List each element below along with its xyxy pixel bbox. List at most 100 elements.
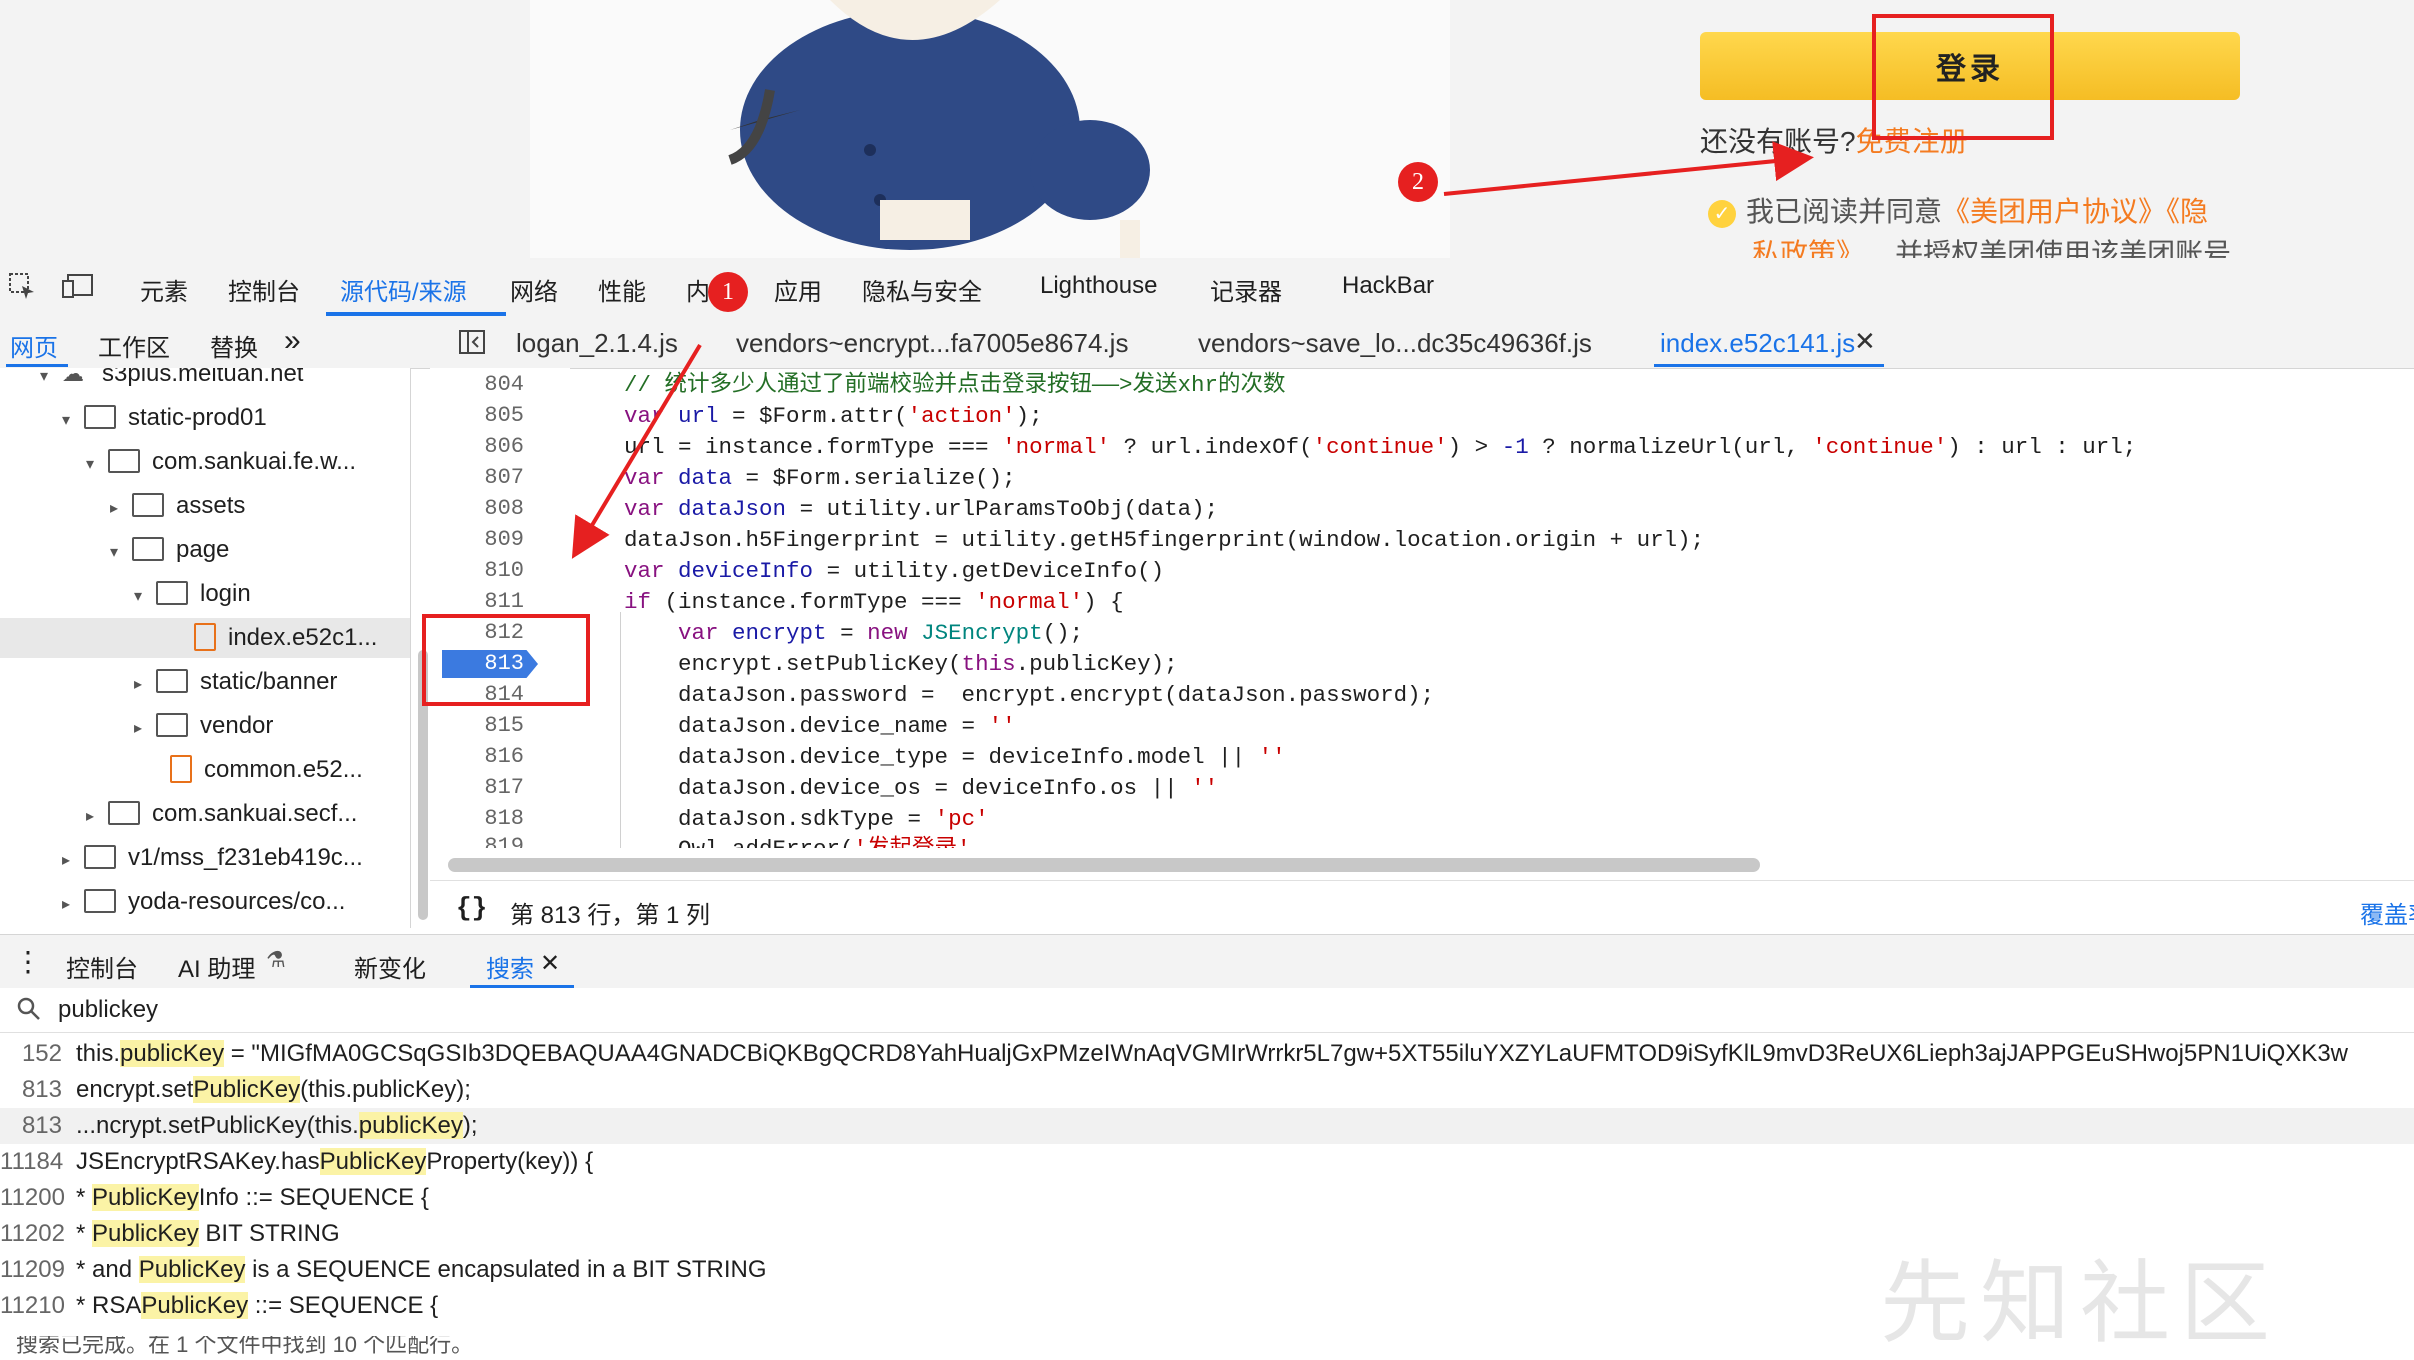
annotation-box-breakpoint <box>422 614 590 706</box>
annotation-badge-1: 1 <box>708 272 748 312</box>
toggle-navigator-icon[interactable] <box>458 328 486 363</box>
file-tree: ▾ ☁ s3plus.meituan.net ▾ static-prod01 ▾ com… <box>0 368 410 928</box>
inspect-element-icon[interactable] <box>8 272 36 307</box>
search-input[interactable]: publickey <box>58 996 158 1024</box>
tab-hackbar[interactable]: HackBar <box>1342 272 1434 300</box>
line-number[interactable]: 815 <box>430 713 524 738</box>
search-icon <box>16 996 42 1029</box>
tab-console[interactable]: 控制台 <box>228 272 300 307</box>
watermark: 先知社区 <box>1880 1254 2280 1354</box>
device-toolbar-icon[interactable] <box>62 272 94 307</box>
folder-icon <box>108 448 140 473</box>
drawer-menu-icon[interactable]: ⋮ <box>14 945 42 978</box>
folder-icon <box>132 536 164 561</box>
tree-item-yoda[interactable]: ▸ yoda-resources/co... <box>62 882 345 922</box>
pretty-print-icon[interactable]: {} <box>456 893 487 923</box>
line-number[interactable]: 808 <box>430 496 524 521</box>
folder-icon <box>84 404 116 429</box>
close-search-icon[interactable]: ✕ <box>540 949 560 978</box>
panel-divider[interactable] <box>410 368 411 928</box>
privacy-link[interactable]: 私政策》 <box>1752 238 1864 258</box>
tree-item-index-file[interactable]: index.e52c1... <box>0 618 410 658</box>
line-number[interactable]: 807 <box>430 465 524 490</box>
line-number[interactable]: 816 <box>430 744 524 769</box>
tree-item-common-file[interactable]: common.e52... <box>170 750 363 790</box>
agreement-line-2: 私政策》 并授权美团使用该美团账号 <box>1752 232 2231 258</box>
line-gutter[interactable]: 804 805 806 807 808 809 810 811 812 814 … <box>430 368 570 848</box>
search-result-row[interactable]: 11200 * PublicKeyInfo ::= SEQUENCE { <box>0 1180 2414 1216</box>
folder-icon <box>156 712 188 737</box>
tree-item-fe-w[interactable]: ▾ com.sankuai.fe.w... <box>86 442 356 482</box>
cloud-icon: ☁ <box>62 368 84 386</box>
tab-workspace[interactable]: 工作区 <box>98 328 170 363</box>
agree-prefix: 我已阅读并同意 <box>1746 196 1943 227</box>
search-bar[interactable]: publickey <box>0 988 2414 1033</box>
active-tab-indicator <box>326 312 506 316</box>
search-result-row[interactable]: 152 this.publicKey = "MIGfMA0GCSqGSIb3DQE… <box>0 1036 2414 1072</box>
tab-lighthouse[interactable]: Lighthouse <box>1040 272 1157 300</box>
folder-icon <box>156 580 188 605</box>
line-number[interactable]: 809 <box>430 527 524 552</box>
editor-tab-index[interactable]: index.e52c141.js <box>1660 328 1855 359</box>
line-number[interactable]: 805 <box>430 403 524 428</box>
editor-tab-vendors-save[interactable]: vendors~save_lo...dc35c49636f.js <box>1198 328 1592 359</box>
tab-application[interactable]: 应用 <box>774 272 822 307</box>
tab-page[interactable]: 网页 <box>10 328 58 363</box>
editor-tab-bar: logan_2.1.4.js vendors~encrypt...fa7005e… <box>410 318 2414 369</box>
left-active-indicator <box>6 364 68 367</box>
navigator-tabs: 网页 工作区 替换 » ⋮ <box>0 318 428 369</box>
search-result-row[interactable]: 813 encrypt.setPublicKey(this.publicKey); <box>0 1072 2414 1108</box>
tree-item-secf[interactable]: ▸ com.sankuai.secf... <box>86 794 357 834</box>
editor-tab-vendors-encrypt[interactable]: vendors~encrypt...fa7005e8674.js <box>736 328 1128 359</box>
editor-status-bar: {} 第 813 行，第 1 列 覆盖率 <box>430 880 2414 935</box>
search-result-row[interactable]: 11184 JSEncryptRSAKey.hasPublicKeyPropert… <box>0 1144 2414 1180</box>
mascot-illustration <box>530 0 1450 258</box>
tab-privacy-security[interactable]: 隐私与安全 <box>862 272 982 307</box>
line-number[interactable]: 818 <box>430 806 524 831</box>
tree-item-static-banner[interactable]: ▸ static/banner <box>134 662 337 702</box>
tree-item-mss[interactable]: ▸ v1/mss_f231eb419c... <box>62 838 363 878</box>
tree-item-assets[interactable]: ▸ assets <box>110 486 245 526</box>
editor-tab-logan[interactable]: logan_2.1.4.js <box>516 328 678 359</box>
annotation-box-login <box>1872 14 2054 140</box>
tab-recorder[interactable]: 记录器 <box>1210 272 1282 307</box>
line-number[interactable]: 804 <box>430 372 524 397</box>
close-tab-icon[interactable]: ✕ <box>1854 326 1876 357</box>
line-number[interactable]: 810 <box>430 558 524 583</box>
line-number[interactable]: 817 <box>430 775 524 800</box>
folder-icon <box>84 844 116 869</box>
code-editor[interactable]: // 统计多少人通过了前端校验并点击登录按钮——>发送xhr的次数 var ur… <box>570 368 2414 848</box>
tree-item-s3plus[interactable]: ▾ ☁ s3plus.meituan.net <box>40 368 303 394</box>
line-number[interactable]: 806 <box>430 434 524 459</box>
more-tabs-icon[interactable]: » <box>284 324 301 358</box>
horizontal-scrollbar[interactable] <box>448 858 1760 872</box>
tab-memory[interactable]: 内 <box>686 272 710 307</box>
drawer-tab-ai[interactable]: AI 助理 <box>178 949 255 984</box>
agree-checkbox[interactable]: ✓ <box>1708 199 1736 228</box>
tab-overrides[interactable]: 替换 <box>210 328 258 363</box>
folder-icon <box>132 492 164 517</box>
search-summary: 搜索已完成。在 1 个文件中找到 10 个匹配行。 <box>16 1336 474 1354</box>
tree-item-page[interactable]: ▾ page <box>110 530 229 570</box>
line-number[interactable]: 819 <box>430 834 524 848</box>
tab-elements[interactable]: 元素 <box>140 272 188 307</box>
drawer-tab-search[interactable]: 搜索 <box>486 949 534 984</box>
drawer-tab-changes[interactable]: 新变化 <box>354 949 426 984</box>
tree-item-static-prod01[interactable]: ▾ static-prod01 <box>62 398 267 438</box>
agreement-link[interactable]: 《美团用户协议》《隐 <box>1942 196 2208 227</box>
line-number[interactable]: 811 <box>430 589 524 614</box>
tree-item-vendor[interactable]: ▸ vendor <box>134 706 273 746</box>
tab-performance[interactable]: 性能 <box>598 272 646 307</box>
drawer-tab-console[interactable]: 控制台 <box>66 949 138 984</box>
tree-item-login[interactable]: ▾ login <box>134 574 251 614</box>
agreement-line: ✓ 我已阅读并同意《美团用户协议》《隐 <box>1708 190 2208 230</box>
cursor-position: 第 813 行，第 1 列 <box>510 902 711 929</box>
tab-network[interactable]: 网络 <box>510 272 558 307</box>
drawer-tab-bar: ⋮ 控制台 AI 助理 ⚗ 新变化 搜索 ✕ <box>0 934 2414 990</box>
indent-guide <box>620 612 621 848</box>
search-result-row[interactable]: 813 ...ncrypt.setPublicKey(this.publicKey… <box>0 1108 2414 1144</box>
coverage-link[interactable]: 覆盖率 <box>2360 895 2414 930</box>
tab-sources[interactable]: 源代码/来源 <box>340 272 467 307</box>
devtools-tab-bar: 元素 控制台 源代码/来源 网络 性能 内 应用 隐私与安全 Lighthous… <box>0 258 2414 319</box>
annotation-badge-2: 2 <box>1398 162 1438 202</box>
